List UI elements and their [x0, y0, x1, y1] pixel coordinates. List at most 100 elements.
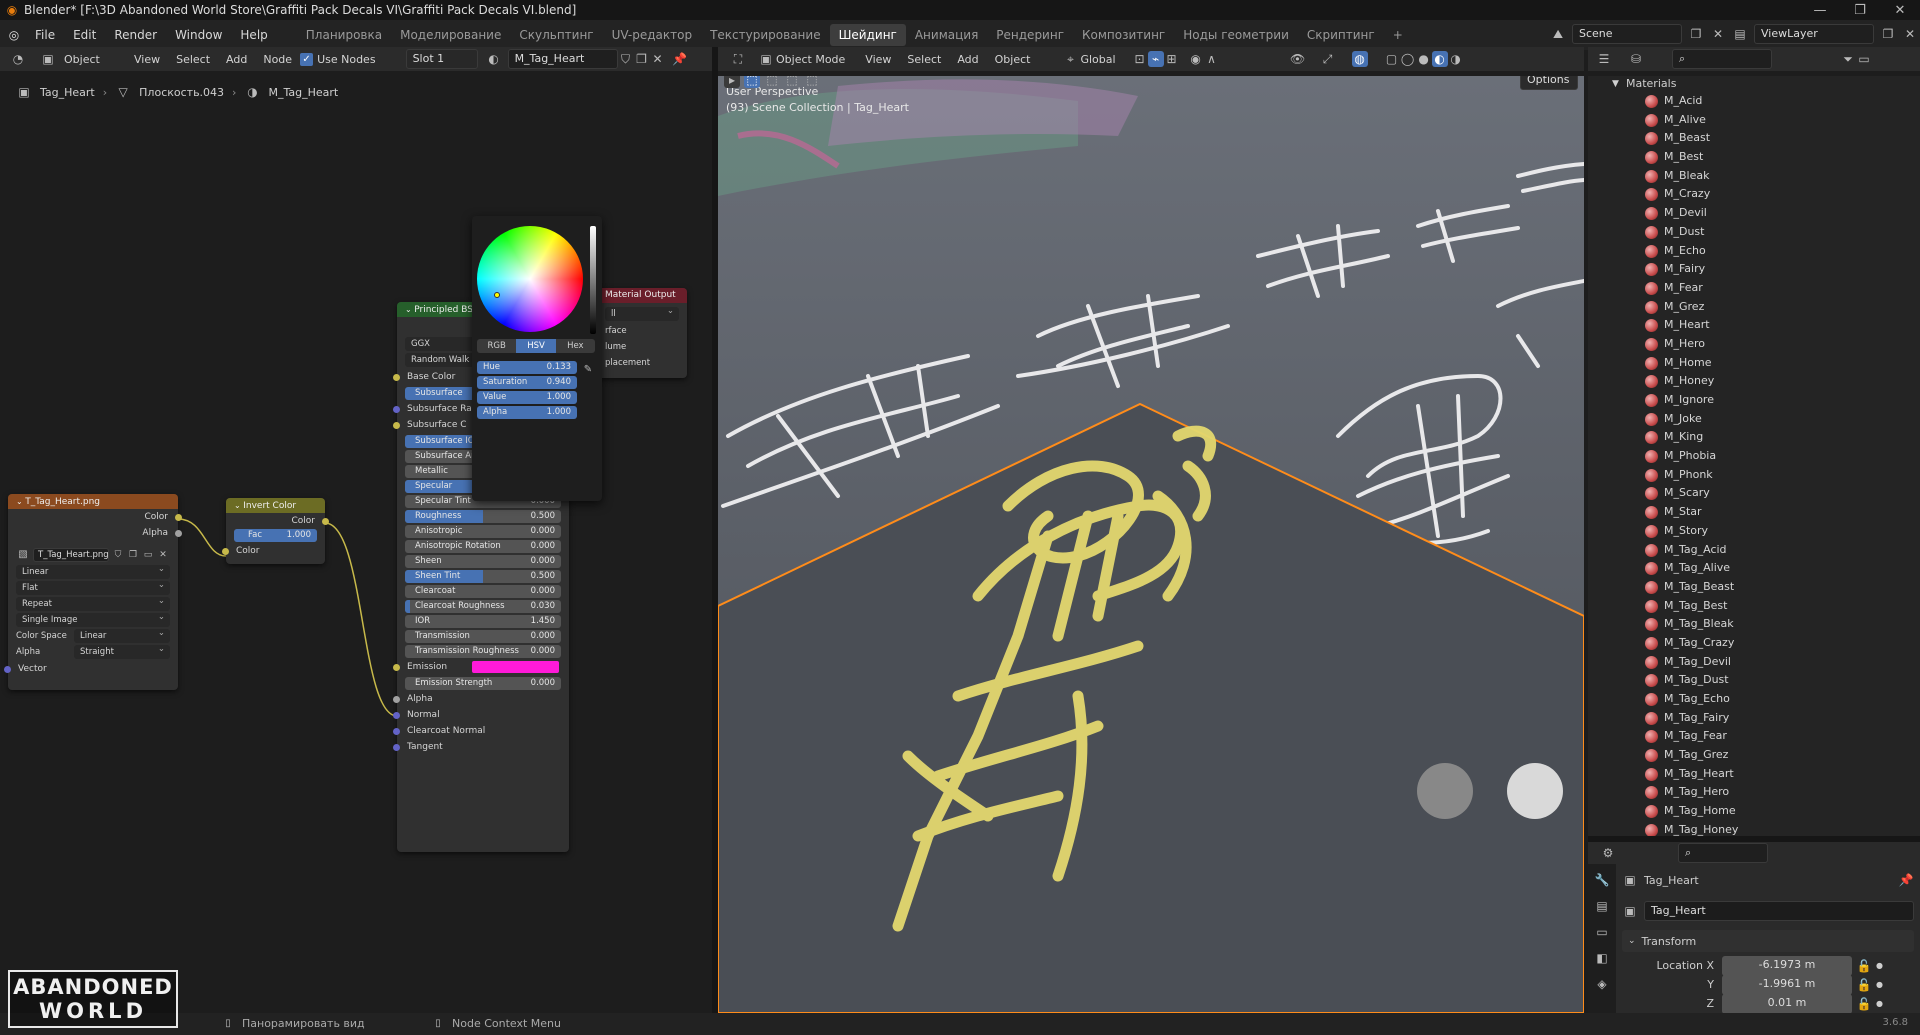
tangent-input[interactable]: Tangent: [393, 739, 569, 755]
node-menu-node[interactable]: Node: [255, 53, 300, 66]
socket-clearcoat-normal[interactable]: [393, 728, 400, 735]
tab-layout[interactable]: Планировка: [297, 24, 391, 46]
color-picker-popup[interactable]: RGB HSV Hex Hue 0.133 Saturation 0.940 Value…: [472, 216, 602, 501]
outliner-item[interactable]: M_Scary: [1588, 484, 1920, 503]
image-duplicate-icon[interactable]: ❐: [127, 547, 139, 563]
unlink-material-icon[interactable]: ✕: [650, 51, 666, 67]
tab-rendering[interactable]: Рендеринг: [987, 24, 1073, 46]
outliner-item[interactable]: M_Tag_Hero: [1588, 783, 1920, 802]
emission-strength-slider[interactable]: Emission Strength 0.000: [405, 677, 561, 690]
bsdf-slider[interactable]: IOR 1.450: [405, 615, 561, 628]
outliner[interactable]: ▼ Materials M_Acid M_Alive M_Beast M_Best M_…: [1588, 76, 1920, 836]
bsdf-slider[interactable]: Anisotropic 0.000: [405, 525, 561, 538]
blender-menu-icon[interactable]: ◎: [6, 27, 22, 43]
viewport-menu-view[interactable]: View: [857, 53, 899, 66]
3d-viewport[interactable]: User Perspective (93) Scene Collection |…: [718, 76, 1584, 1013]
outliner-item[interactable]: M_Phonk: [1588, 466, 1920, 485]
bsdf-slider[interactable]: Roughness 0.500: [405, 510, 561, 523]
outliner-editor-type-icon[interactable]: ☰: [1596, 51, 1612, 67]
viewport-editor-type-icon[interactable]: ⛶: [730, 51, 746, 67]
menu-window[interactable]: Window: [166, 28, 231, 42]
filter-icon[interactable]: ⏷: [1840, 51, 1856, 67]
expand-arrow-icon[interactable]: ▼: [1612, 76, 1619, 92]
snap-icon[interactable]: ⌁: [1147, 51, 1164, 67]
add-workspace-icon[interactable]: +: [1384, 24, 1412, 46]
fac-slider[interactable]: Fac 1.000: [234, 529, 317, 542]
select-box-icon[interactable]: ⬚: [744, 76, 760, 88]
outliner-item[interactable]: M_Tag_Honey: [1588, 821, 1920, 836]
tab-scripting[interactable]: Скриптинг: [1298, 24, 1384, 46]
duplicate-material-icon[interactable]: ❐: [634, 51, 650, 67]
properties-search-input[interactable]: ⌕: [1678, 843, 1768, 863]
object-name-field[interactable]: Tag_Heart: [1644, 901, 1914, 921]
menu-help[interactable]: Help: [231, 28, 276, 42]
socket-invert-color-out[interactable]: [322, 518, 329, 525]
node-menu-add[interactable]: Add: [218, 53, 255, 66]
outliner-item[interactable]: M_Fairy: [1588, 260, 1920, 279]
color-tab-hsv[interactable]: HSV: [516, 339, 556, 353]
outliner-item[interactable]: M_Star: [1588, 503, 1920, 522]
outliner-item[interactable]: M_Tag_Alive: [1588, 559, 1920, 578]
outliner-item[interactable]: M_Tag_Fear: [1588, 727, 1920, 746]
socket-vector-in[interactable]: [4, 666, 11, 673]
emission-color-swatch[interactable]: [472, 661, 559, 673]
remove-scene-icon[interactable]: ✕: [1710, 26, 1726, 42]
tab-uv-editing[interactable]: UV-редактор: [603, 24, 701, 46]
material-output-node[interactable]: Material Output ll rface lume placement: [597, 288, 687, 378]
bsdf-slider[interactable]: Sheen Tint 0.500: [405, 570, 561, 583]
image-name-field[interactable]: T_Tag_Heart.png: [33, 548, 109, 562]
outliner-item[interactable]: M_Tag_Home: [1588, 802, 1920, 821]
outliner-item[interactable]: M_Tag_Fairy: [1588, 709, 1920, 728]
node-editor[interactable]: ▣ Tag_Heart › ▽ Плоскость.043 › ◑ M_Tag_…: [0, 76, 712, 1013]
socket-alpha-out[interactable]: [175, 530, 182, 537]
socket-normal[interactable]: [393, 712, 400, 719]
bsdf-slider[interactable]: Anisotropic Rotation 0.000: [405, 540, 561, 553]
socket-color-out[interactable]: [175, 514, 182, 521]
new-view-layer-icon[interactable]: ❐: [1880, 26, 1896, 42]
outliner-item[interactable]: M_Tag_Crazy: [1588, 634, 1920, 653]
select-subtract-icon[interactable]: ⬚: [784, 76, 800, 88]
shader-type-dropdown[interactable]: Object: [56, 53, 120, 66]
scene-selector[interactable]: Scene: [1572, 24, 1682, 44]
outliner-item[interactable]: M_Home: [1588, 354, 1920, 373]
outliner-item[interactable]: M_Tag_Acid: [1588, 541, 1920, 560]
image-browse-icon[interactable]: ▧: [16, 547, 30, 563]
outliner-item[interactable]: M_Best: [1588, 148, 1920, 167]
close-window-button[interactable]: ✕: [1880, 0, 1920, 20]
tab-compositing[interactable]: Композитинг: [1073, 24, 1174, 46]
view-layer-icon[interactable]: ▤: [1732, 26, 1748, 42]
select-intersect-icon[interactable]: ⬚: [804, 76, 820, 88]
outliner-item[interactable]: M_Tag_Best: [1588, 597, 1920, 616]
tab-modeling[interactable]: Моделирование: [391, 24, 510, 46]
outliner-item[interactable]: M_Heart: [1588, 316, 1920, 335]
wireframe-shading-icon[interactable]: ◯: [1400, 51, 1416, 67]
image-unlink-icon[interactable]: ✕: [157, 547, 169, 563]
image-open-icon[interactable]: ▭: [142, 547, 154, 563]
snap-target-icon[interactable]: ⊞: [1164, 51, 1180, 67]
viewport-menu-object[interactable]: Object: [987, 53, 1039, 66]
socket-base-color[interactable]: [393, 374, 400, 381]
object-browse-icon[interactable]: ▣: [1622, 903, 1638, 919]
use-nodes-checkbox[interactable]: ✓: [300, 52, 314, 66]
outliner-item[interactable]: M_Alive: [1588, 111, 1920, 130]
location-y-field[interactable]: -1.9961 m: [1722, 974, 1852, 995]
render-properties-icon[interactable]: ▤: [1594, 898, 1610, 914]
object-mode-dropdown[interactable]: Object Mode: [774, 53, 853, 66]
outliner-item[interactable]: M_Hero: [1588, 335, 1920, 354]
outliner-item[interactable]: M_King: [1588, 428, 1920, 447]
tab-geometry-nodes[interactable]: Ноды геометрии: [1174, 24, 1298, 46]
scene-icon[interactable]: ⛰: [1550, 26, 1566, 42]
invert-node-header[interactable]: ⌄ Invert Color: [226, 498, 325, 513]
interpolation-dropdown[interactable]: Linear: [16, 562, 170, 579]
properties-editor-type-icon[interactable]: ⚙: [1600, 845, 1616, 861]
color-field-saturation[interactable]: Saturation 0.940: [477, 376, 577, 389]
outliner-item[interactable]: M_Honey: [1588, 372, 1920, 391]
color-tab-hex[interactable]: Hex: [555, 339, 595, 353]
rendered-shading-icon[interactable]: ◑: [1448, 51, 1464, 67]
keyframe-y-dot[interactable]: ●: [1876, 980, 1883, 989]
image-texture-node[interactable]: ⌄ T_Tag_Heart.png Color Alpha ▧ T_Tag_He…: [4, 494, 182, 690]
outliner-item[interactable]: M_Fear: [1588, 279, 1920, 298]
keyframe-z-dot[interactable]: ●: [1876, 999, 1883, 1008]
node-menu-select[interactable]: Select: [168, 53, 218, 66]
outliner-item[interactable]: M_Joke: [1588, 410, 1920, 429]
